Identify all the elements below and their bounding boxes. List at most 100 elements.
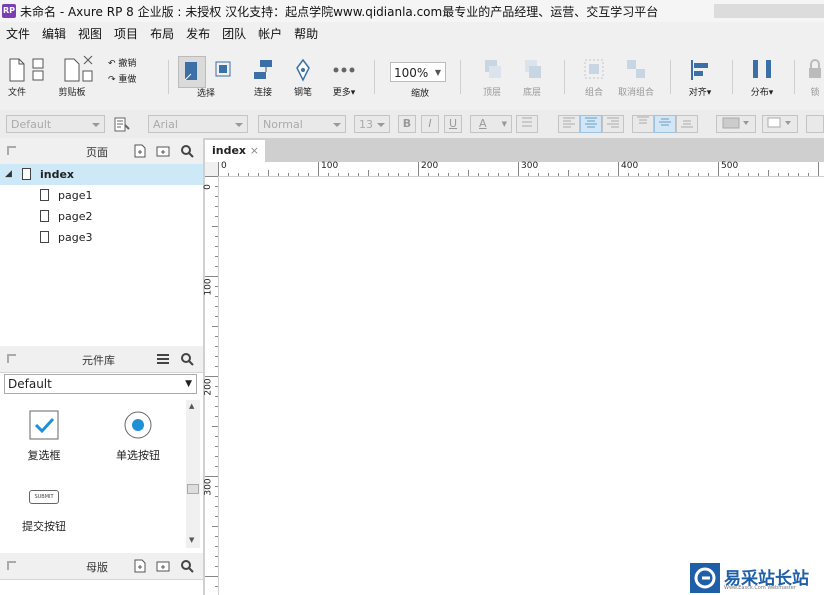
chevron-down-icon: ▼ xyxy=(434,68,441,77)
zoom-select[interactable]: 100% ▼ xyxy=(390,62,446,82)
ungroup-button[interactable]: 取消组合 xyxy=(614,58,658,98)
menu-layout[interactable]: 布局 xyxy=(144,25,180,42)
close-icon[interactable]: × xyxy=(250,140,259,162)
page-tree-item-page3[interactable]: page3 xyxy=(0,227,203,248)
format-bar: Default Arial Normal 13 B I U A ▼ xyxy=(0,110,824,139)
ruler-corner xyxy=(205,162,218,176)
library-value: Default xyxy=(8,377,52,391)
border-button[interactable] xyxy=(806,115,824,133)
align-center-button[interactable] xyxy=(580,115,602,133)
bring-front-icon xyxy=(485,60,501,78)
page-tree-item-page1[interactable]: page1 xyxy=(0,185,203,206)
group-button[interactable]: 组合 xyxy=(578,58,610,98)
select-contain-button[interactable] xyxy=(210,56,236,86)
page-tree-item-page2[interactable]: page2 xyxy=(0,206,203,227)
distribute-icon xyxy=(753,60,771,78)
search-icon[interactable] xyxy=(180,144,194,158)
add-page-icon[interactable] xyxy=(133,144,147,158)
undo-button[interactable]: ↶ 撤销 xyxy=(108,56,148,69)
add-master-icon[interactable] xyxy=(133,559,147,573)
align-center-icon xyxy=(585,117,597,128)
bold-button[interactable]: B xyxy=(398,115,416,133)
taskbar-overlap xyxy=(714,4,824,18)
bottom-label: 底层 xyxy=(522,88,541,98)
ungroup-icon xyxy=(627,60,645,78)
more-button[interactable]: 更多▾ xyxy=(328,58,360,98)
add-folder-icon[interactable] xyxy=(156,559,170,573)
title-bar: RP 未命名 - Axure RP 8 企业版 : 未授权 汉化支持：起点学院w… xyxy=(0,0,824,23)
valign-top-icon xyxy=(637,116,649,124)
scroll-thumb[interactable] xyxy=(187,484,199,494)
bullet-list-icon xyxy=(522,117,532,127)
font-family-select[interactable]: Arial xyxy=(148,115,248,133)
masters-panel-header: 母版 xyxy=(0,553,203,580)
align-right-button[interactable] xyxy=(602,115,624,133)
cut-copy-icons[interactable] xyxy=(82,54,94,84)
valign-middle-button[interactable] xyxy=(654,115,676,133)
connect-button[interactable]: 连接 xyxy=(250,58,276,98)
menu-edit[interactable]: 编辑 xyxy=(36,25,72,42)
underline-button[interactable]: U xyxy=(444,115,462,133)
menu-view[interactable]: 视图 xyxy=(72,25,108,42)
page-tree-item-index[interactable]: ◢ index xyxy=(0,164,203,185)
tab-label: index xyxy=(212,144,247,157)
italic-button[interactable]: I xyxy=(421,115,439,133)
distribute-button[interactable]: 分布▾ xyxy=(746,58,778,98)
tab-index[interactable]: index × xyxy=(205,140,265,162)
save-icon[interactable] xyxy=(32,58,44,82)
menu-project[interactable]: 项目 xyxy=(108,25,144,42)
redo-button[interactable]: ↷ 重做 xyxy=(108,72,148,85)
bullet-list-button[interactable] xyxy=(516,115,538,133)
align-left-button[interactable] xyxy=(558,115,580,133)
bring-to-front-button[interactable]: 顶层 xyxy=(476,58,508,98)
fill-color-button[interactable] xyxy=(716,115,756,133)
collapse-icon[interactable] xyxy=(7,354,16,363)
valign-bottom-button[interactable] xyxy=(676,115,698,133)
widget-submit-button[interactable]: SUBMIT 提交按钮 xyxy=(14,490,74,534)
library-scrollbar[interactable]: ▲ ▼ xyxy=(186,400,200,548)
toolbar-divider xyxy=(794,60,795,94)
widget-radio-button[interactable]: 单选按钮 xyxy=(108,410,168,463)
search-icon[interactable] xyxy=(180,559,194,573)
scroll-down-icon[interactable]: ▼ xyxy=(189,536,194,544)
collapse-icon[interactable] xyxy=(7,561,16,570)
library-select[interactable]: Default ▼ xyxy=(4,374,197,394)
select-intersect-icon xyxy=(184,62,197,81)
watermark: 易采站长站 Www.Easck.Com Webmaster xyxy=(690,562,824,595)
page-tab-strip: index × xyxy=(205,138,824,162)
widget-checkbox[interactable]: 复选框 xyxy=(16,410,72,463)
add-folder-icon[interactable] xyxy=(156,144,170,158)
expand-triangle-icon[interactable]: ◢ xyxy=(5,164,12,185)
scroll-up-icon[interactable]: ▲ xyxy=(189,402,194,410)
menu-help[interactable]: 帮助 xyxy=(288,25,324,42)
font-color-button[interactable]: A ▼ xyxy=(470,115,512,133)
menu-account[interactable]: 帐户 xyxy=(252,25,288,42)
font-weight-select[interactable]: Normal xyxy=(258,115,346,133)
file-button[interactable]: 文件 xyxy=(6,58,28,98)
align-button[interactable]: 对齐▾ xyxy=(684,58,716,98)
collapse-icon[interactable] xyxy=(7,146,16,155)
select-mode-button[interactable] xyxy=(178,56,206,88)
menu-team[interactable]: 团队 xyxy=(216,25,252,42)
menu-bar: 文件 编辑 视图 项目 布局 发布 团队 帐户 帮助 xyxy=(0,22,824,44)
format-painter-icon[interactable] xyxy=(114,117,130,132)
lock-button[interactable]: 锁 xyxy=(806,58,824,98)
lock-label: 锁 xyxy=(810,88,820,98)
menu-publish[interactable]: 发布 xyxy=(180,25,216,42)
undo-icon: ↶ xyxy=(108,59,116,69)
search-icon[interactable] xyxy=(180,352,194,366)
send-to-back-button[interactable]: 底层 xyxy=(516,58,548,98)
style-select[interactable]: Default xyxy=(6,115,105,133)
zoom-value: 100% xyxy=(394,66,429,80)
shadow-button[interactable] xyxy=(762,115,798,133)
menu-icon[interactable] xyxy=(156,352,170,366)
top-label: 顶层 xyxy=(482,88,501,98)
font-size-select[interactable]: 13 xyxy=(354,115,390,133)
toolbar-divider xyxy=(460,60,461,94)
group-icon xyxy=(584,59,604,79)
pages-title: 页面 xyxy=(86,146,108,159)
menu-file[interactable]: 文件 xyxy=(0,25,36,42)
design-canvas[interactable] xyxy=(219,177,824,595)
pen-button[interactable]: 钢笔 xyxy=(290,58,316,98)
valign-top-button[interactable] xyxy=(632,115,654,133)
